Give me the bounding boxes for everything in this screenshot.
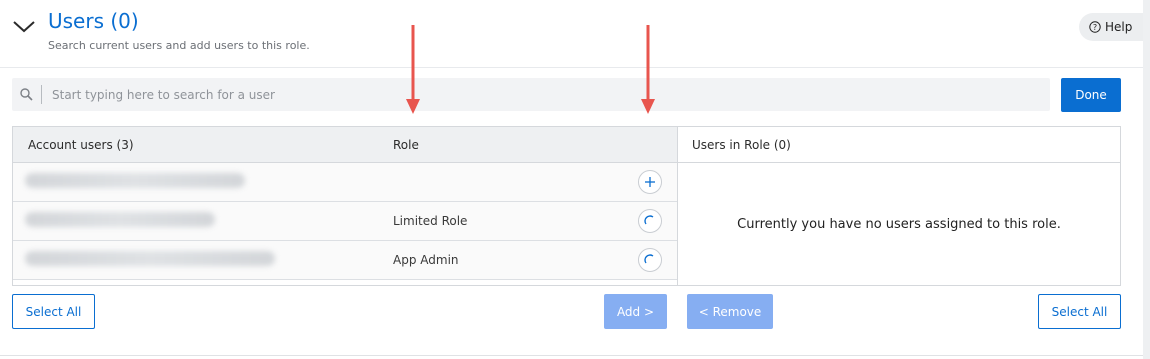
users-in-role-title: Users in Role (0) bbox=[692, 138, 791, 152]
account-user-row[interactable]: App Admin bbox=[13, 241, 677, 280]
role-column-header[interactable]: Role bbox=[393, 127, 419, 163]
annotation-arrow-icon bbox=[641, 25, 655, 114]
collapse-toggle[interactable] bbox=[12, 16, 36, 36]
question-circle-icon: ? bbox=[1089, 21, 1101, 33]
user-role: Limited Role bbox=[393, 214, 468, 228]
spinner-icon bbox=[644, 254, 654, 264]
page-subtitle: Search current users and add users to th… bbox=[48, 39, 310, 52]
blurred-user-email bbox=[25, 251, 275, 266]
user-assignment-table: Account users (3) Role Limited Role App … bbox=[12, 126, 1121, 286]
empty-state-message: Currently you have no users assigned to … bbox=[737, 216, 1061, 232]
account-users-column-header: Account users (3) bbox=[28, 138, 134, 152]
bottom-divider bbox=[0, 355, 1143, 356]
add-button[interactable]: Add > bbox=[604, 294, 667, 329]
plus-icon bbox=[645, 177, 655, 187]
page-scrollbar-track bbox=[1143, 0, 1150, 359]
help-button[interactable]: ? Help bbox=[1079, 13, 1143, 41]
search-icon bbox=[20, 88, 33, 101]
select-all-account-users-button[interactable]: Select All bbox=[12, 294, 95, 329]
account-user-row[interactable]: Limited Role bbox=[13, 202, 677, 241]
header-divider bbox=[0, 67, 1143, 68]
select-all-role-users-button[interactable]: Select All bbox=[1038, 294, 1121, 329]
page-title: Users (0) bbox=[48, 9, 139, 33]
user-role: App Admin bbox=[393, 253, 459, 267]
chevron-down-icon bbox=[13, 21, 35, 33]
blurred-user-email bbox=[25, 173, 245, 188]
done-button[interactable]: Done bbox=[1061, 78, 1121, 112]
remove-button[interactable]: < Remove bbox=[687, 294, 773, 329]
blurred-user-email bbox=[25, 212, 215, 227]
annotation-arrow-icon bbox=[406, 25, 420, 114]
account-users-header: Account users (3) Role bbox=[13, 127, 677, 163]
loading-spinner-button[interactable] bbox=[638, 248, 662, 272]
user-search-bar bbox=[12, 78, 1050, 111]
user-search-input[interactable] bbox=[50, 78, 1040, 111]
users-in-role-header: Users in Role (0) bbox=[678, 127, 1120, 163]
account-user-row[interactable] bbox=[13, 163, 677, 202]
help-label: Help bbox=[1105, 20, 1133, 34]
search-separator bbox=[41, 85, 42, 104]
loading-spinner-button[interactable] bbox=[638, 209, 662, 233]
spinner-icon bbox=[644, 215, 654, 225]
svg-text:?: ? bbox=[1093, 23, 1097, 32]
add-user-button[interactable] bbox=[638, 170, 662, 194]
